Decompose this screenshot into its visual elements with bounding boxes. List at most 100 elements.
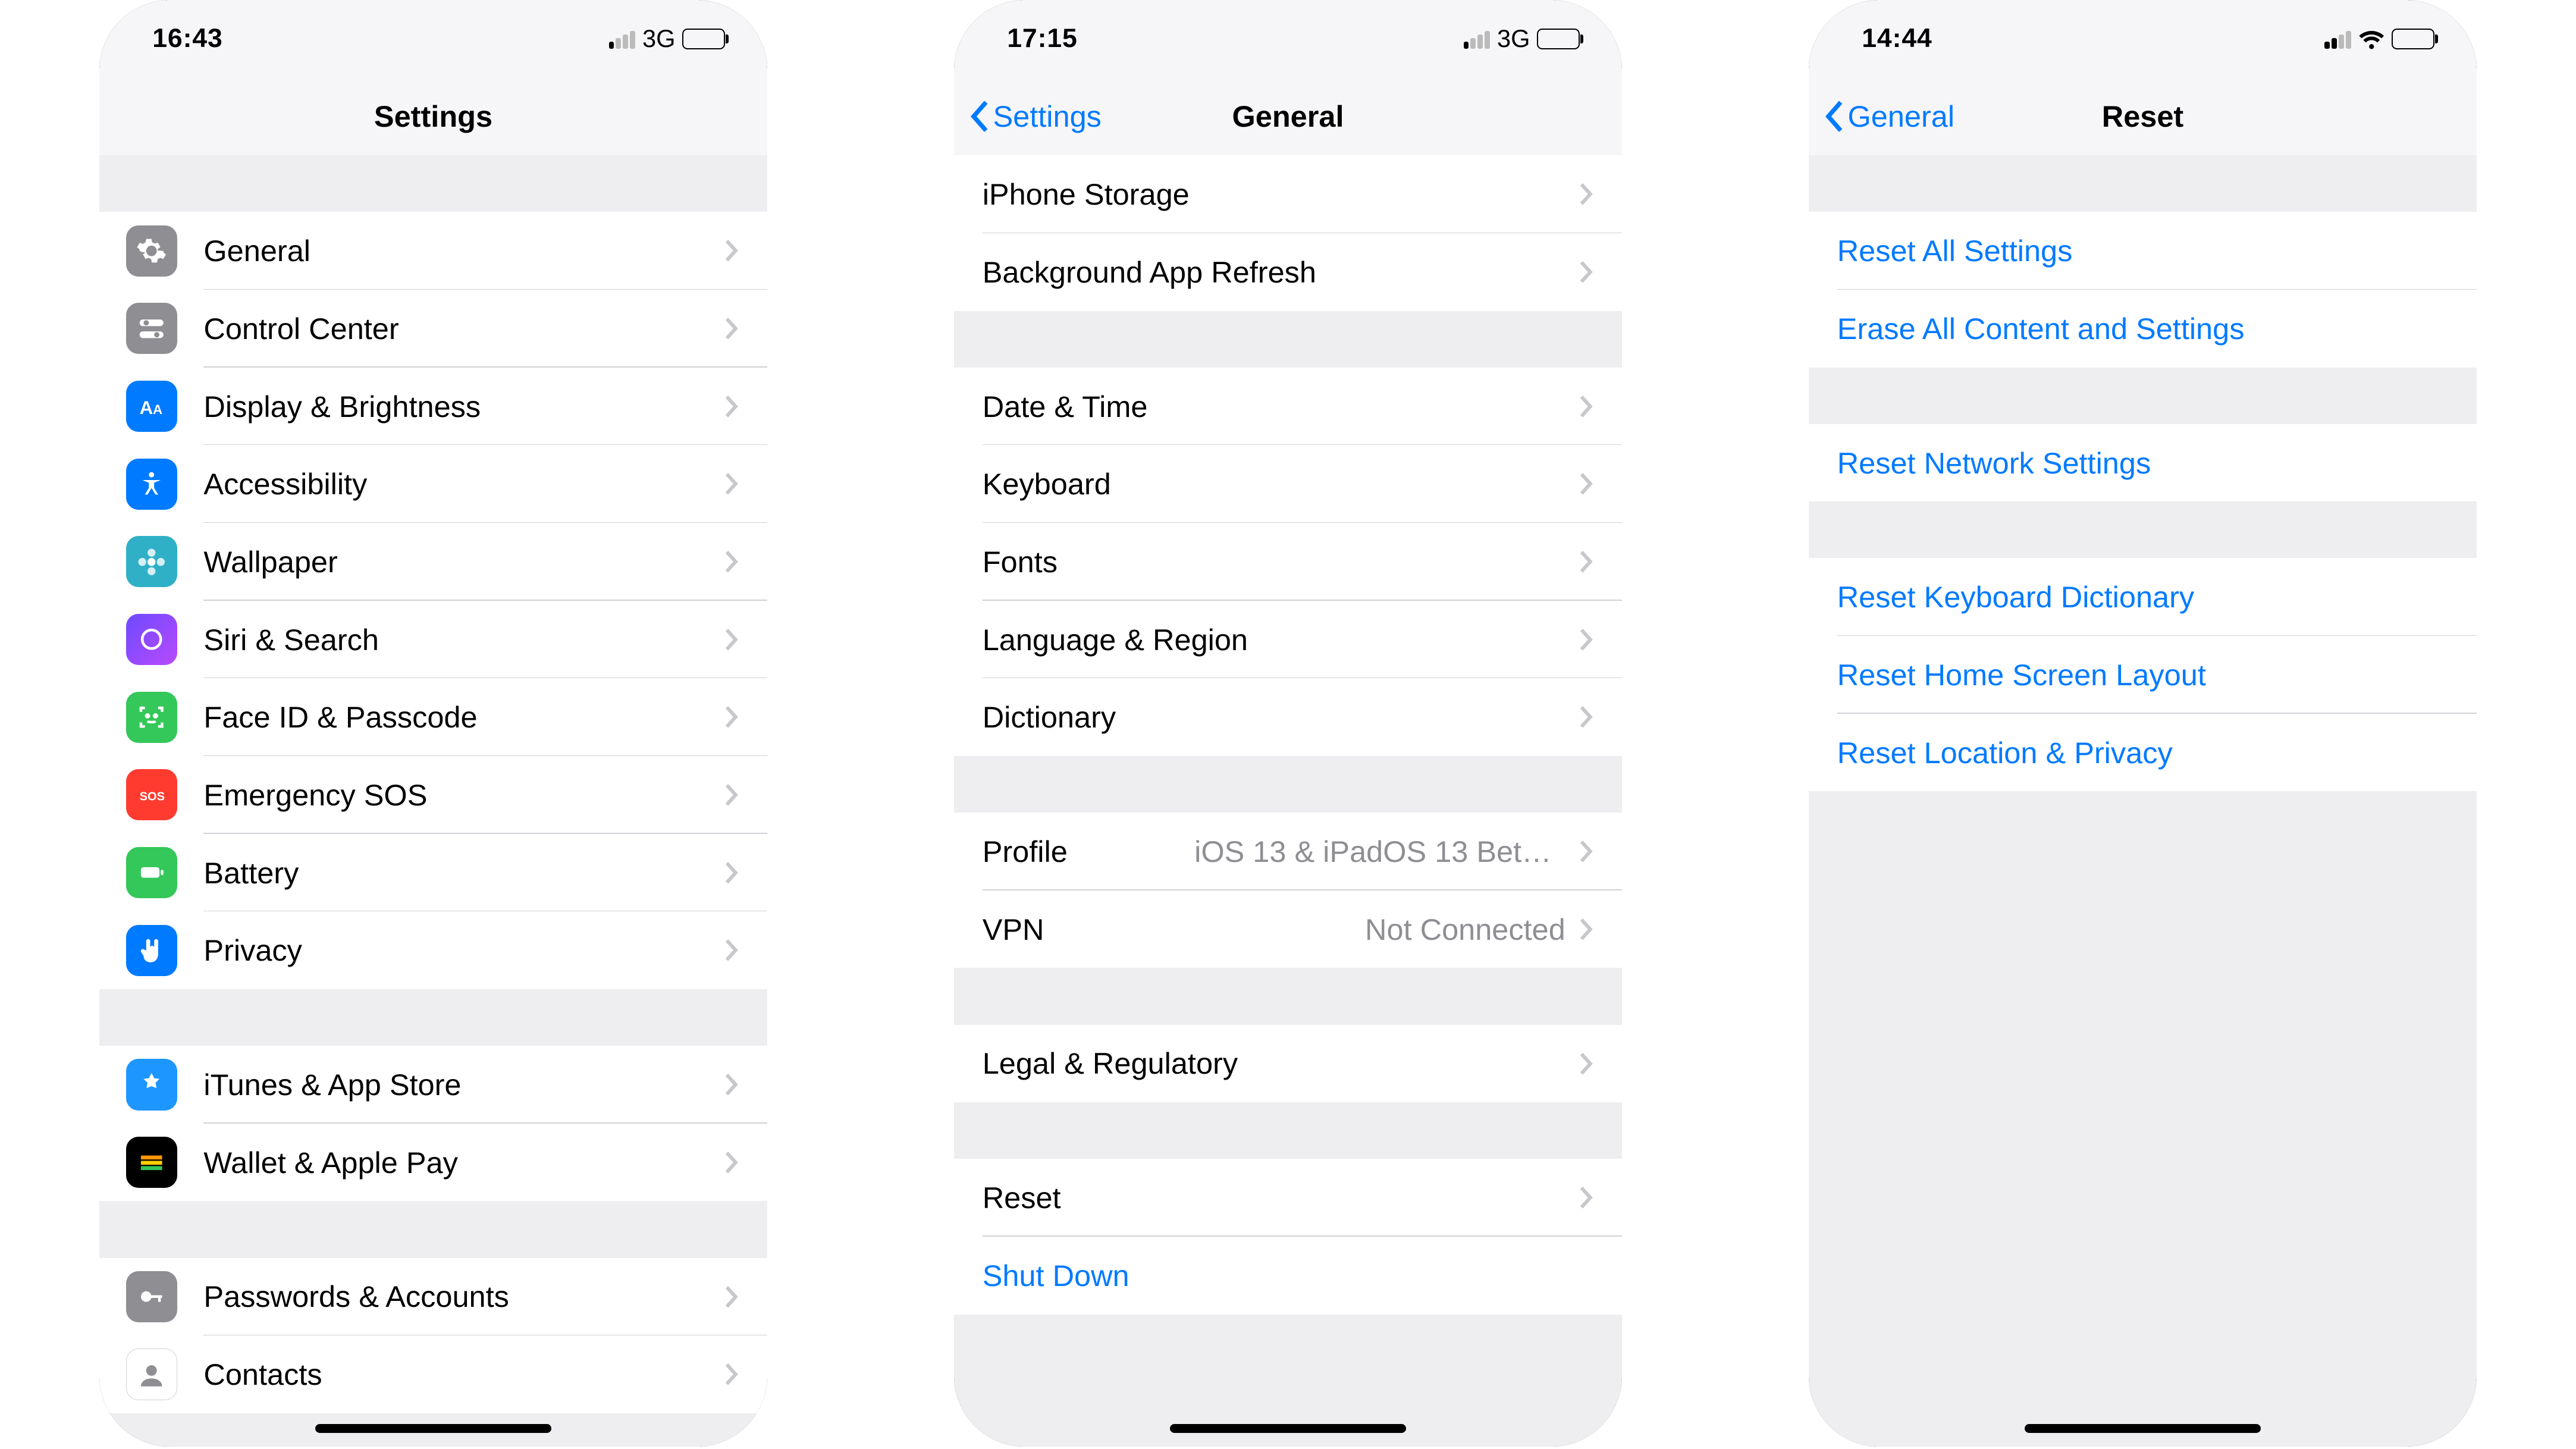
screen: 17:15 3G Settings General iPhone Storage <box>954 0 1622 1447</box>
svg-text:A: A <box>140 397 153 418</box>
row-wallet-applepay[interactable]: Wallet & Apple Pay <box>99 1124 767 1202</box>
battery-icon <box>2392 29 2434 50</box>
row-faceid-passcode[interactable]: Face ID & Passcode <box>99 678 767 756</box>
screen: 14:44 General Reset Reset All Settings <box>1809 0 2477 1447</box>
cell-bars-icon <box>1464 29 1491 49</box>
row-reset-keyboard-dictionary[interactable]: Reset Keyboard Dictionary <box>1809 558 2477 636</box>
row-label: Language & Region <box>983 622 1248 657</box>
status-right <box>2324 29 2434 50</box>
row-reset-network-settings[interactable]: Reset Network Settings <box>1809 424 2477 502</box>
row-reset-location-privacy[interactable]: Reset Location & Privacy <box>1809 714 2477 792</box>
wallet-icon <box>126 1137 177 1188</box>
chevron-right-icon <box>725 472 739 495</box>
chevron-right-icon <box>725 317 739 340</box>
chevron-right-icon <box>725 1073 739 1096</box>
settings-content[interactable]: General Control Center AA Display & Brig… <box>99 155 767 1447</box>
row-label: Reset All Settings <box>1837 233 2073 268</box>
row-general[interactable]: General <box>99 212 767 290</box>
status-right: 3G <box>1464 24 1580 53</box>
row-siri-search[interactable]: Siri & Search <box>99 601 767 679</box>
back-button[interactable]: General <box>1823 78 1954 155</box>
row-label: General <box>203 233 310 268</box>
row-reset-home-screen-layout[interactable]: Reset Home Screen Layout <box>1809 636 2477 714</box>
row-vpn[interactable]: VPN Not Connected <box>954 890 1622 968</box>
general-content[interactable]: iPhone Storage Background App Refresh Da… <box>954 155 1622 1447</box>
chevron-right-icon <box>1580 183 1594 206</box>
row-privacy[interactable]: Privacy <box>99 911 767 989</box>
row-label: Reset Network Settings <box>1837 446 2151 481</box>
row-profile[interactable]: Profile iOS 13 & iPadOS 13 Beta Software… <box>954 813 1622 890</box>
row-dictionary[interactable]: Dictionary <box>954 678 1622 756</box>
row-reset-all-settings[interactable]: Reset All Settings <box>1809 212 2477 290</box>
row-erase-all-content[interactable]: Erase All Content and Settings <box>1809 290 2477 368</box>
nav-title: General <box>1232 99 1344 134</box>
accessibility-icon <box>126 459 177 510</box>
chevron-right-icon <box>1580 918 1594 941</box>
row-shut-down[interactable]: Shut Down <box>954 1237 1622 1315</box>
row-control-center[interactable]: Control Center <box>99 290 767 368</box>
nav-header: Settings General <box>954 78 1622 156</box>
switches-icon <box>126 303 177 354</box>
row-date-time[interactable]: Date & Time <box>954 368 1622 446</box>
group-spacer <box>954 1102 1622 1159</box>
chevron-right-icon <box>725 939 739 962</box>
status-time: 14:44 <box>1862 24 1932 54</box>
group-spacer <box>1809 368 2477 424</box>
row-background-app-refresh[interactable]: Background App Refresh <box>954 233 1622 311</box>
row-legal-regulatory[interactable]: Legal & Regulatory <box>954 1025 1622 1103</box>
reset-content[interactable]: Reset All Settings Erase All Content and… <box>1809 155 2477 1447</box>
home-indicator[interactable] <box>2025 1424 2261 1433</box>
row-iphone-storage[interactable]: iPhone Storage <box>954 155 1622 233</box>
chevron-right-icon <box>725 1151 739 1174</box>
row-display-brightness[interactable]: AA Display & Brightness <box>99 368 767 446</box>
row-label: Control Center <box>203 311 399 346</box>
status-bar: 16:43 3G <box>99 0 767 78</box>
row-label: Display & Brightness <box>203 389 481 424</box>
row-label: Accessibility <box>203 466 367 501</box>
gear-icon <box>126 225 177 277</box>
chevron-right-icon <box>725 861 739 885</box>
row-label: Reset Keyboard Dictionary <box>1837 579 2195 614</box>
siri-icon <box>126 614 177 665</box>
row-passwords-accounts[interactable]: Passwords & Accounts <box>99 1258 767 1336</box>
row-label: Face ID & Passcode <box>203 700 477 735</box>
chevron-right-icon <box>725 239 739 262</box>
chevron-right-icon <box>1580 628 1594 651</box>
flower-icon <box>126 536 177 587</box>
reset-group-2: Reset Keyboard Dictionary Reset Home Scr… <box>1809 558 2477 791</box>
general-group-1: Date & Time Keyboard Fonts Language & Re… <box>954 368 1622 756</box>
phone-settings: 16:43 3G Settings General <box>99 0 767 1447</box>
back-button[interactable]: Settings <box>968 78 1102 155</box>
row-contacts[interactable]: Contacts <box>99 1335 767 1413</box>
row-keyboard[interactable]: Keyboard <box>954 445 1622 523</box>
row-wallpaper[interactable]: Wallpaper <box>99 523 767 601</box>
screen: 16:43 3G Settings General <box>99 0 767 1447</box>
row-label: Siri & Search <box>203 622 379 657</box>
group-spacer <box>954 311 1622 368</box>
hand-icon <box>126 925 177 976</box>
chevron-right-icon <box>1580 1186 1594 1209</box>
svg-text:SOS: SOS <box>140 790 165 803</box>
row-label: Shut Down <box>983 1258 1129 1293</box>
row-label: Reset Home Screen Layout <box>1837 657 2206 692</box>
chevron-left-icon <box>1823 99 1844 134</box>
row-itunes-appstore[interactable]: iTunes & App Store <box>99 1046 767 1124</box>
text-size-icon: AA <box>126 381 177 432</box>
nav-title: Settings <box>374 99 492 134</box>
key-icon <box>126 1271 177 1322</box>
row-language-region[interactable]: Language & Region <box>954 601 1622 679</box>
nav-title: Reset <box>2102 99 2184 134</box>
row-label: Wallet & Apple Pay <box>203 1145 457 1180</box>
row-fonts[interactable]: Fonts <box>954 523 1622 601</box>
row-reset[interactable]: Reset <box>954 1159 1622 1237</box>
group-spacer <box>99 989 767 1046</box>
row-emergency-sos[interactable]: SOS Emergency SOS <box>99 756 767 834</box>
home-indicator[interactable] <box>1170 1424 1407 1433</box>
row-label: Privacy <box>203 933 302 968</box>
settings-group-3: Passwords & Accounts Contacts <box>99 1258 767 1413</box>
row-battery[interactable]: Battery <box>99 834 767 912</box>
chevron-right-icon <box>725 628 739 651</box>
row-accessibility[interactable]: Accessibility <box>99 445 767 523</box>
home-indicator[interactable] <box>315 1424 552 1433</box>
cell-bars-icon <box>2324 29 2351 49</box>
